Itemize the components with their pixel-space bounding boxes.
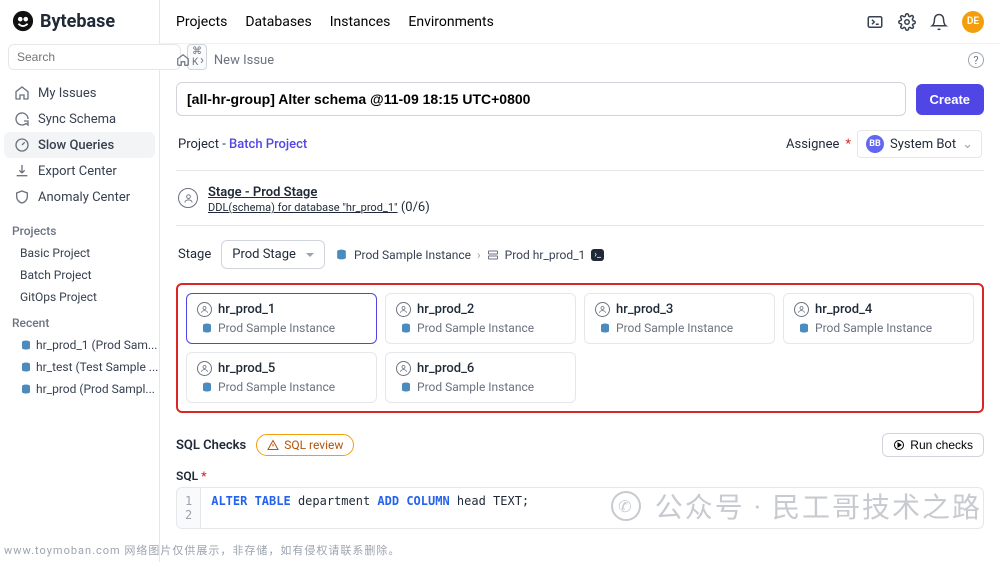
- db-card-hr-prod-4[interactable]: hr_prod_4 Prod Sample Instance: [783, 293, 974, 344]
- sidebar-recent-item[interactable]: hr_prod_1 (Prod Sam...: [0, 334, 159, 356]
- database-icon: [201, 381, 213, 393]
- run-checks-button[interactable]: Run checks: [882, 433, 984, 457]
- breadcrumb-current: New Issue: [214, 53, 274, 68]
- database-grid: hr_prod_1 Prod Sample Instance hr_prod_2…: [176, 283, 984, 413]
- sidebar-item-my-issues[interactable]: My Issues: [4, 80, 155, 106]
- sidebar-project-item[interactable]: GitOps Project: [0, 286, 159, 308]
- gauge-icon: [14, 137, 30, 153]
- sidebar-recent-item[interactable]: hr_test (Test Sample ...: [0, 356, 159, 378]
- database-icon: [599, 322, 611, 334]
- project-link[interactable]: Batch Project: [229, 137, 307, 152]
- nav-environments[interactable]: Environments: [408, 14, 493, 30]
- chevron-down-icon: ⌄: [962, 137, 973, 152]
- terminal-icon[interactable]: [866, 13, 884, 31]
- sql-checks-label: SQL Checks: [176, 438, 246, 453]
- nav-instances[interactable]: Instances: [330, 14, 391, 30]
- sql-code[interactable]: ALTER TABLE department ADD COLUMN head T…: [201, 488, 539, 528]
- db-card-hr-prod-6[interactable]: hr_prod_6 Prod Sample Instance: [385, 352, 576, 403]
- path-database[interactable]: Prod hr_prod_1: [505, 248, 586, 262]
- sql-indicator-icon: ›_: [591, 249, 604, 261]
- stage-count: (0/6): [401, 200, 430, 215]
- sidebar-item-sync-schema[interactable]: Sync Schema: [4, 106, 155, 132]
- home-icon: [14, 85, 30, 101]
- database-icon: [20, 383, 32, 395]
- bytebase-logo-icon: [12, 10, 34, 32]
- nav-projects[interactable]: Projects: [176, 14, 227, 30]
- sync-icon: [14, 111, 30, 127]
- search-input[interactable]: [8, 44, 181, 70]
- sidebar-project-item[interactable]: Batch Project: [0, 264, 159, 286]
- sidebar-label: Anomaly Center: [38, 190, 130, 205]
- stage-title[interactable]: Stage - Prod Stage: [208, 185, 430, 200]
- line-gutter: 12: [177, 488, 201, 528]
- breadcrumb-sep: ›: [200, 53, 204, 68]
- sidebar-label: Slow Queries: [38, 138, 114, 153]
- bell-icon[interactable]: [930, 13, 948, 31]
- sidebar-item-anomaly-center[interactable]: Anomaly Center: [4, 184, 155, 210]
- avatar[interactable]: DE: [962, 11, 984, 33]
- warning-icon: [267, 439, 279, 451]
- footer-note: www.toymoban.com 网络图片仅供展示，非存储，如有侵权请联系删除。: [4, 542, 400, 558]
- brand-name: Bytebase: [40, 11, 115, 32]
- nav-databases[interactable]: Databases: [245, 14, 311, 30]
- sidebar-label: Sync Schema: [38, 112, 116, 127]
- sql-review-badge[interactable]: SQL review: [256, 434, 354, 456]
- sidebar-section-recent: Recent: [0, 308, 159, 334]
- sql-label: SQL: [176, 469, 198, 483]
- stage-select[interactable]: Prod Stage: [221, 240, 325, 269]
- sidebar-section-projects: Projects: [0, 216, 159, 242]
- sidebar-label: Export Center: [38, 164, 117, 179]
- brand-logo[interactable]: Bytebase: [0, 0, 159, 40]
- assignee-select[interactable]: BB System Bot ⌄: [857, 130, 982, 158]
- database-icon: [798, 322, 810, 334]
- sidebar: Bytebase ⌘ K My Issues Sync Schema Slow …: [0, 0, 160, 562]
- sidebar-recent-item[interactable]: hr_prod (Prod Sampl...: [0, 378, 159, 400]
- db-card-hr-prod-3[interactable]: hr_prod_3 Prod Sample Instance: [584, 293, 775, 344]
- stage-status-icon: [178, 188, 198, 208]
- database-icon: [400, 381, 412, 393]
- sql-editor[interactable]: 12 ALTER TABLE department ADD COLUMN hea…: [176, 487, 984, 529]
- storage-icon: [487, 249, 499, 261]
- stage-subtitle[interactable]: DDL(schema) for database "hr_prod_1": [208, 201, 398, 214]
- project-label: Project: [178, 137, 219, 152]
- shield-icon: [14, 189, 30, 205]
- stage-label: Stage: [178, 247, 211, 262]
- sidebar-item-slow-queries[interactable]: Slow Queries: [4, 132, 155, 158]
- issue-title-input[interactable]: [176, 82, 906, 116]
- gear-icon[interactable]: [898, 13, 916, 31]
- db-card-hr-prod-2[interactable]: hr_prod_2 Prod Sample Instance: [385, 293, 576, 344]
- assignee-badge: BB: [866, 135, 884, 153]
- db-card-hr-prod-1[interactable]: hr_prod_1 Prod Sample Instance: [186, 293, 377, 344]
- play-icon: [893, 439, 905, 451]
- assignee-label: Assignee: [786, 137, 839, 152]
- database-icon: [201, 322, 213, 334]
- database-icon: [335, 248, 348, 261]
- download-icon: [14, 163, 30, 179]
- path-instance[interactable]: Prod Sample Instance: [354, 248, 471, 262]
- sidebar-label: My Issues: [38, 86, 96, 101]
- create-button[interactable]: Create: [916, 84, 984, 115]
- assignee-value: System Bot: [890, 137, 956, 152]
- database-icon: [20, 361, 32, 373]
- help-icon[interactable]: ?: [968, 52, 984, 68]
- database-icon: [20, 339, 32, 351]
- database-icon: [400, 322, 412, 334]
- topbar: Projects Databases Instances Environment…: [160, 0, 1000, 44]
- home-icon[interactable]: [176, 53, 190, 67]
- db-card-hr-prod-5[interactable]: hr_prod_5 Prod Sample Instance: [186, 352, 377, 403]
- sidebar-item-export-center[interactable]: Export Center: [4, 158, 155, 184]
- sidebar-project-item[interactable]: Basic Project: [0, 242, 159, 264]
